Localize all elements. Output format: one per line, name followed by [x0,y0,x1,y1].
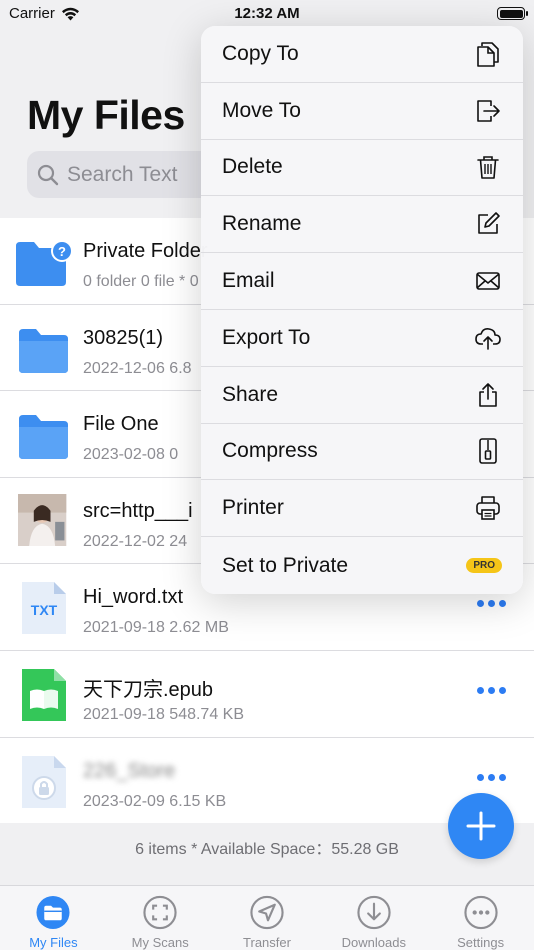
file-meta: 0 folder 0 file * 0 [83,273,199,290]
file-meta: 2021-09-18 548.74 KB [83,705,245,723]
menu-label: Export To [222,325,311,349]
tab-my-files[interactable]: My Files [0,886,107,950]
more-button[interactable] [477,600,506,608]
menu-label: Compress [222,439,318,463]
folder-icon [19,328,68,373]
tab-bar: My Files My Scans Transfer Downloads Set… [0,885,534,950]
file-meta: 2021-09-18 2.62 MB [83,619,229,637]
tab-my-scans[interactable]: My Scans [107,886,214,950]
more-button[interactable] [477,686,506,694]
scan-icon [143,895,177,930]
menu-item-set-to-private[interactable]: Set to Private PRO [201,537,523,594]
menu-item-delete[interactable]: Delete [201,140,523,197]
tab-downloads[interactable]: Downloads [320,886,427,950]
menu-label: Set to Private [222,553,349,577]
file-name: Hi_word.txt [83,586,184,609]
file-meta: 2022-12-06 6.8 [83,359,192,377]
file-meta: 2023-02-08 0 [83,446,179,464]
menu-item-compress[interactable]: Compress [201,424,523,481]
txt-file-icon: TXT [22,582,66,635]
file-meta: 2022-12-02 24 [83,532,188,550]
private-folder-icon: ? [16,240,72,286]
locked-file-icon [22,755,66,808]
edit-icon [478,212,500,235]
file-name: 天下刀宗.epub [83,678,214,701]
tab-settings[interactable]: Settings [427,886,534,950]
more-icon [463,895,498,930]
menu-item-email[interactable]: Email [201,253,523,310]
envelope-icon [476,272,500,290]
menu-item-rename[interactable]: Rename [201,196,523,254]
menu-item-printer[interactable]: Printer [201,480,523,538]
menu-label: Rename [222,212,302,236]
zip-icon [479,438,497,465]
tab-transfer[interactable]: Transfer [214,886,321,950]
epub-file-icon [22,668,66,721]
share-icon [479,382,497,407]
tab-label: Downloads [341,935,406,950]
search-icon [37,164,59,185]
menu-item-move-to[interactable]: Move To [201,83,523,140]
file-meta: 2023-02-09 6.15 KB [83,792,227,810]
battery-icon [497,7,528,20]
folder-icon [36,895,70,930]
menu-item-export-to[interactable]: Export To [201,310,523,367]
menu-label: Copy To [222,41,299,65]
menu-label: Email [222,269,275,293]
tab-label: Settings [457,935,505,950]
pro-badge: PRO [466,558,502,574]
add-button[interactable] [448,793,514,859]
more-button[interactable] [477,773,506,781]
menu-item-copy-to[interactable]: Copy To [201,26,523,83]
move-icon [477,99,500,122]
status-time: 12:32 AM [234,5,300,22]
menu-label: Share [222,382,279,406]
file-name: 30825(1) [83,326,164,349]
file-name: Private Folder [83,240,208,262]
txt-badge: TXT [31,602,58,618]
plus-icon [466,811,496,841]
folder-icon [19,415,68,460]
tab-label: My Scans [131,935,189,950]
cloud-upload-icon [475,327,501,350]
context-menu: Copy To Move To Delete Rename Email Expo… [201,26,523,594]
tab-label: My Files [29,935,78,950]
svg-text:?: ? [58,244,66,259]
file-name: src=http___i [83,499,193,522]
menu-item-share[interactable]: Share [201,367,523,424]
file-row-epub[interactable]: 天下刀宗.epub 2021-09-18 548.74 KB [0,651,534,738]
page-title: My Files [27,92,185,138]
copy-icon [477,42,499,67]
photo-thumbnail [18,493,67,546]
status-bar: Carrier 12:32 AM [0,0,534,28]
menu-label: Move To [222,98,301,122]
trash-icon [477,156,499,180]
menu-label: Printer [222,496,284,520]
download-icon [357,895,391,930]
printer-icon [476,496,500,521]
tab-label: Transfer [243,935,291,950]
file-name: File One [83,413,159,436]
menu-label: Delete [222,155,283,179]
file-name: 226_Store [83,759,176,782]
send-icon [250,895,284,930]
